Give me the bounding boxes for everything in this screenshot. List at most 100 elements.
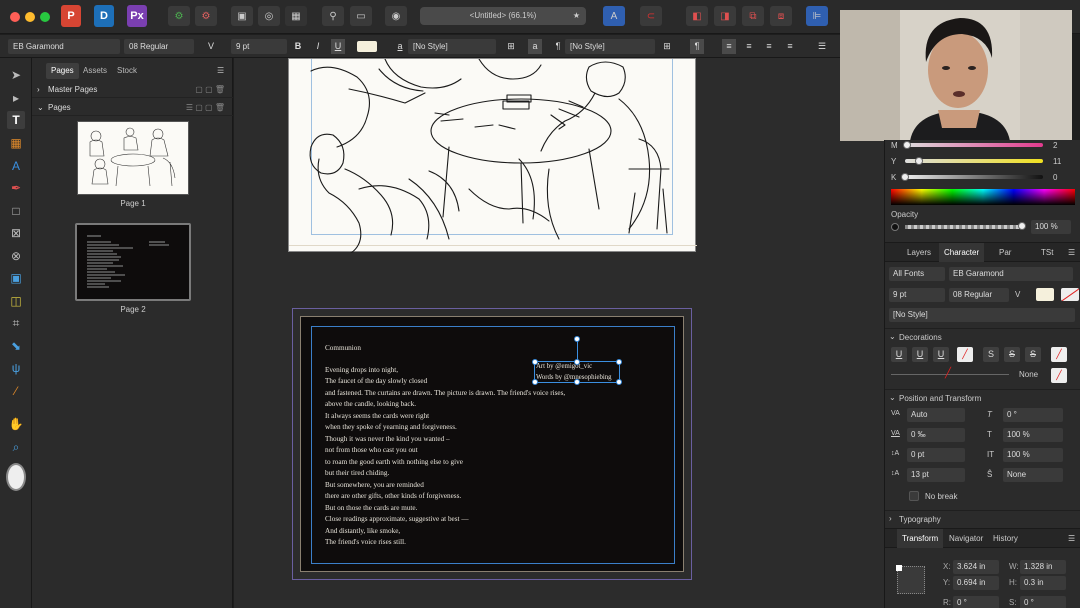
panel-menu-icon[interactable]: ☰ bbox=[1068, 248, 1075, 257]
tracking-field[interactable]: 0 ‰ bbox=[907, 428, 965, 442]
page-2[interactable]: Communion Evening drops into night, The f… bbox=[300, 316, 684, 572]
tab-stock[interactable]: Stock bbox=[112, 63, 142, 79]
credits-text-frame[interactable]: Art by @emigot_vic Words by @mnesophiebi… bbox=[532, 336, 622, 385]
slider-knob[interactable] bbox=[915, 157, 923, 165]
tab-transform[interactable]: Transform bbox=[897, 529, 944, 548]
clear-style-icon[interactable]: ⊞ bbox=[504, 39, 518, 54]
eye-icon[interactable]: ◉ bbox=[385, 6, 407, 26]
clear-para-style-icon[interactable]: ⊞ bbox=[660, 39, 674, 54]
y-field[interactable]: 0.694 in bbox=[953, 576, 999, 590]
horizontal-scale-field[interactable]: 100 % bbox=[1003, 428, 1063, 442]
pen-tool-icon[interactable]: ✒ bbox=[7, 179, 25, 197]
place-image-tool-icon[interactable]: ▣ bbox=[7, 269, 25, 287]
bold-button[interactable]: B bbox=[291, 39, 305, 54]
shear-field[interactable]: 0 ° bbox=[1020, 596, 1066, 608]
anchor-point-selector[interactable] bbox=[896, 565, 925, 594]
baseline-field[interactable]: 0 pt bbox=[907, 448, 965, 462]
position-transform-section[interactable]: ⌄ Position and Transform bbox=[885, 389, 1080, 405]
x-field[interactable]: 3.624 in bbox=[953, 560, 999, 574]
document-canvas[interactable]: Communion Evening drops into night, The f… bbox=[234, 58, 884, 608]
resize-handle[interactable] bbox=[574, 379, 580, 385]
picture-frame-tool-icon[interactable]: ⊠ bbox=[7, 224, 25, 242]
zoom-tool-icon[interactable]: ⌕ bbox=[7, 438, 25, 456]
decoration-color-none-swatch[interactable]: ╱ bbox=[1051, 368, 1067, 383]
frame-icon[interactable]: ▭ bbox=[350, 6, 372, 26]
highlight-none-swatch[interactable] bbox=[1061, 288, 1079, 301]
slider-knob[interactable] bbox=[901, 173, 909, 181]
align-center-icon[interactable]: ≡ bbox=[742, 39, 756, 54]
document-title-tab[interactable]: <Untitled> (66.1%) ★ bbox=[420, 7, 586, 25]
panel-menu-icon[interactable]: ☰ bbox=[212, 63, 229, 79]
skew-select[interactable]: None bbox=[1003, 468, 1063, 482]
font-size-field[interactable]: 9 pt bbox=[231, 39, 287, 54]
tab-paragraph[interactable]: Par bbox=[999, 248, 1011, 257]
page-1-thumbnail[interactable] bbox=[77, 121, 189, 195]
crop-tool-icon[interactable]: ⌗ bbox=[7, 314, 25, 332]
close-window-button[interactable] bbox=[10, 12, 20, 22]
underline-color-none-swatch[interactable]: ╱ bbox=[957, 347, 973, 362]
snapping-magnet-icon[interactable]: ⊂ bbox=[640, 6, 662, 26]
font-family-select[interactable]: EB Garamond bbox=[8, 39, 120, 54]
underline-button[interactable]: U bbox=[891, 347, 907, 362]
underline-style-button[interactable]: U bbox=[933, 347, 949, 362]
color-picker-tool-icon[interactable]: ⁄ bbox=[7, 382, 25, 400]
publisher-persona-button[interactable]: P bbox=[61, 5, 81, 27]
kerning-icon[interactable]: V bbox=[204, 39, 218, 54]
font-size-field[interactable]: 9 pt bbox=[889, 288, 945, 302]
paragraph-panel-icon[interactable]: ¶ bbox=[690, 39, 704, 54]
rectangle-tool-icon[interactable]: □ bbox=[7, 202, 25, 220]
black-slider[interactable] bbox=[905, 175, 1043, 179]
slider-knob[interactable] bbox=[903, 141, 911, 149]
fill-tool-icon[interactable]: ⬊ bbox=[7, 337, 25, 355]
arrange-icon[interactable]: ◧ bbox=[686, 6, 708, 26]
artistic-text-tool-icon[interactable]: A bbox=[7, 157, 25, 175]
character-rotation-field[interactable]: 0 ° bbox=[1003, 408, 1063, 422]
no-break-checkbox[interactable] bbox=[909, 491, 919, 501]
panel-menu-icon[interactable]: ☰ bbox=[1068, 534, 1075, 543]
magenta-value[interactable]: 2 bbox=[1053, 141, 1057, 150]
grid-icon[interactable]: ▦ bbox=[285, 6, 307, 26]
ellipse-frame-tool-icon[interactable]: ⊗ bbox=[7, 247, 25, 265]
poem-body[interactable]: Evening drops into night, The faucet of t… bbox=[325, 365, 565, 549]
table-tool-icon[interactable]: ▦ bbox=[7, 134, 25, 152]
opacity-field[interactable]: 100 % bbox=[1031, 220, 1071, 234]
align-right-icon[interactable]: ≡ bbox=[762, 39, 776, 54]
vertical-scale-field[interactable]: 100 % bbox=[1003, 448, 1063, 462]
view-mode-icon[interactable]: ▣ bbox=[231, 6, 253, 26]
tab-pages[interactable]: Pages bbox=[46, 63, 79, 79]
font-collection-select[interactable]: All Fonts bbox=[889, 267, 945, 281]
color-spectrum[interactable] bbox=[891, 189, 1075, 205]
w-field[interactable]: 1.328 in bbox=[1020, 560, 1066, 574]
double-underline-button[interactable]: U bbox=[912, 347, 928, 362]
kerning-field[interactable]: Auto bbox=[907, 408, 965, 422]
transparency-tool-icon[interactable]: ψ bbox=[7, 359, 25, 377]
h-field[interactable]: 0.3 in bbox=[1020, 576, 1066, 590]
tab-text-styles[interactable]: TSt bbox=[1041, 248, 1053, 257]
font-family-select[interactable]: EB Garamond bbox=[949, 267, 1073, 281]
text-color-swatch[interactable] bbox=[357, 41, 377, 52]
underline-button[interactable]: U bbox=[331, 39, 345, 54]
page-actions-icon[interactable]: ☰ ▢ ▢ 🗑 bbox=[186, 99, 225, 116]
character-style-select[interactable]: [No Style] bbox=[408, 39, 496, 54]
strikethrough-style-button[interactable]: S bbox=[1025, 347, 1041, 362]
resize-handle[interactable] bbox=[532, 379, 538, 385]
magenta-slider[interactable] bbox=[905, 143, 1043, 147]
preflight-icon[interactable]: ⚙ bbox=[168, 6, 190, 26]
page-1[interactable] bbox=[288, 58, 697, 253]
text-frame-icon[interactable]: A bbox=[603, 6, 625, 26]
strikethrough-button[interactable]: S bbox=[983, 347, 999, 362]
paragraph-mark-icon[interactable]: ¶ bbox=[551, 39, 565, 54]
align-left-icon[interactable]: ≡ bbox=[722, 39, 736, 54]
rotation-handle[interactable] bbox=[574, 336, 580, 342]
character-style-icon[interactable]: a bbox=[393, 39, 407, 54]
font-style-select[interactable]: 08 Regular bbox=[124, 39, 194, 54]
paragraph-style-select[interactable]: [No Style] bbox=[565, 39, 655, 54]
strikethrough-double-button[interactable]: S bbox=[1004, 347, 1020, 362]
tab-layers[interactable]: Layers bbox=[907, 248, 931, 257]
hand-tool-icon[interactable]: ✋ bbox=[7, 415, 25, 433]
vector-crop-tool-icon[interactable]: ◫ bbox=[7, 292, 25, 310]
align-icon[interactable]: ⊫ bbox=[806, 6, 828, 26]
yellow-slider[interactable] bbox=[905, 159, 1043, 163]
text-color-swatch[interactable] bbox=[1036, 288, 1054, 301]
italic-button[interactable]: I bbox=[311, 39, 325, 54]
